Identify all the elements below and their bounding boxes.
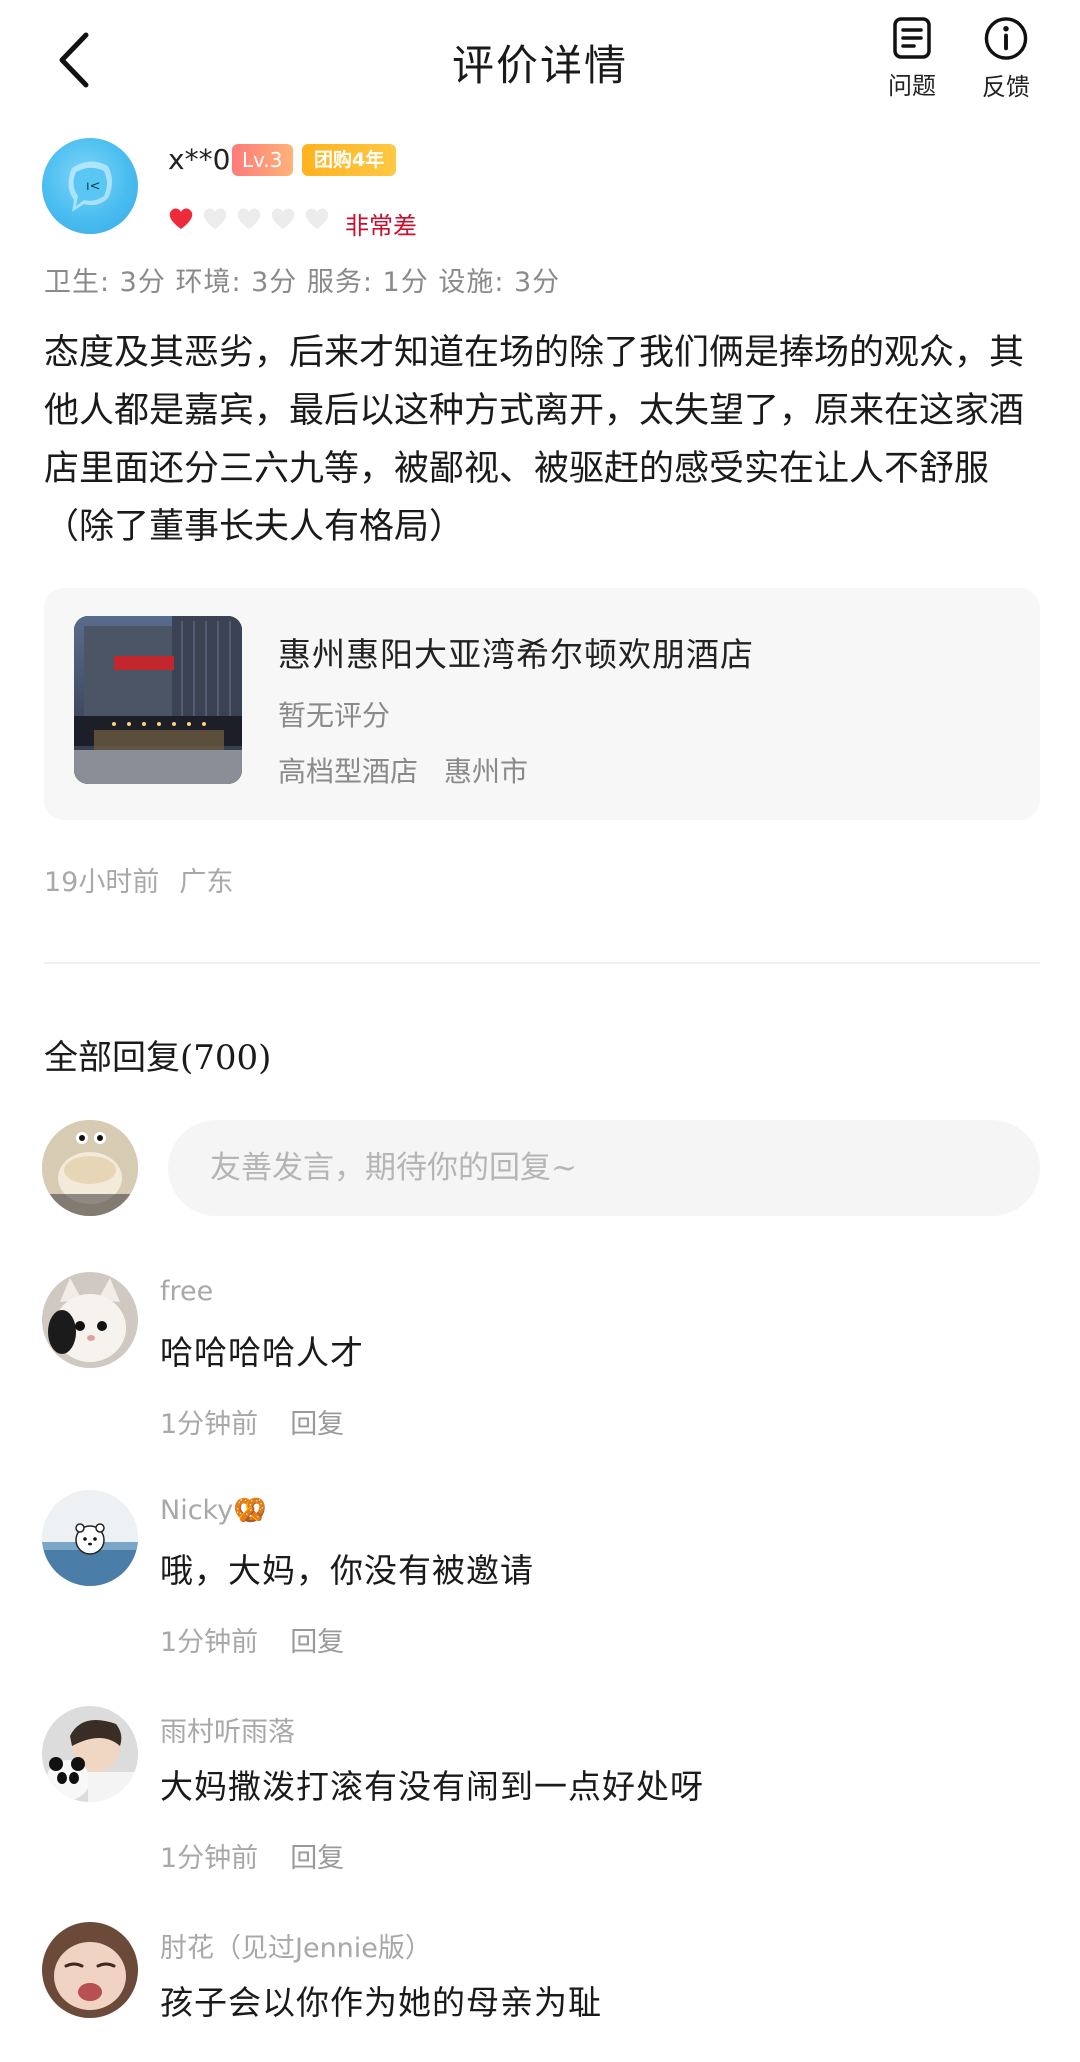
cat-avatar-image — [42, 1272, 138, 1368]
commenter-name[interactable]: free — [160, 1276, 213, 1307]
post-meta: 19小时前 广东 — [44, 860, 233, 899]
my-avatar[interactable] — [42, 1120, 138, 1216]
reply-input[interactable] — [168, 1120, 1040, 1216]
reply-button[interactable]: 回复 — [290, 1843, 344, 1874]
commenter-avatar[interactable] — [42, 1490, 138, 1586]
top-bar: 评价详情 问题 反馈 — [0, 0, 1080, 120]
hotel-meta: 高档型酒店 惠州市 — [278, 750, 528, 790]
rating-hearts — [166, 203, 332, 233]
membership-years-badge: 团购4年 — [302, 144, 397, 176]
comment-text: 哈哈哈哈人才 — [160, 1333, 364, 1372]
review-body: 态度及其恶劣，后来才知道在场的除了我们俩是捧场的观众，其他人都是嘉宾，最后以这种… — [44, 333, 1025, 547]
rating-label: 非常差 — [345, 212, 417, 240]
comment-text: 哦，大妈，你没有被邀请 — [160, 1551, 534, 1590]
question-button[interactable]: 问题 — [872, 16, 952, 102]
commenter-avatar[interactable] — [42, 1706, 138, 1802]
comment-meta: 1分钟前 回复 — [160, 1836, 344, 1875]
comment-time: 1分钟前 — [160, 1627, 259, 1658]
hotel-building-image — [74, 616, 242, 784]
level-badge: Lv.3 — [232, 144, 293, 176]
commenter-name[interactable]: Nicky🥨 — [160, 1494, 267, 1526]
subscores: 卫生: 3分 环境: 3分 服务: 1分 设施: 3分 — [44, 267, 561, 298]
comment-item: 雨村听雨落 大妈撒泼打滚有没有闹到一点好处呀 1分钟前 回复 — [0, 1706, 1080, 1916]
divider — [44, 962, 1040, 964]
crying-baby-avatar-image — [42, 1922, 138, 2018]
reply-button[interactable]: 回复 — [290, 1627, 344, 1658]
document-icon — [893, 17, 931, 59]
reviewer-avatar[interactable]: ı< — [42, 138, 138, 234]
heart-empty-icon — [203, 208, 227, 229]
comment-item: free 哈哈哈哈人才 1分钟前 回复 — [0, 1272, 1080, 1482]
heart-empty-icon — [271, 208, 295, 229]
chat-bubble-mascot-icon: ı< — [68, 161, 112, 212]
user-avatar-image — [42, 1120, 138, 1216]
reviewer-username[interactable]: x**0 — [168, 143, 230, 176]
hotel-category: 高档型酒店 — [278, 755, 419, 788]
comment-meta: 1分钟前 回复 — [160, 1620, 344, 1659]
comment-item: Nicky🥨 哦，大妈，你没有被邀请 1分钟前 回复 — [0, 1490, 1080, 1700]
heart-filled-icon — [169, 208, 193, 229]
question-label: 问题 — [888, 72, 936, 100]
comment-text: 孩子会以你作为她的母亲为耻 — [160, 1983, 602, 2022]
hotel-photo — [74, 616, 242, 784]
commenter-name[interactable]: 肘花（见过Jennie版） — [160, 1926, 432, 1965]
comment-meta: 1分钟前 回复 — [160, 1402, 344, 1441]
reply-button[interactable]: 回复 — [290, 1409, 344, 1440]
feedback-label: 反馈 — [982, 73, 1030, 101]
post-location: 广东 — [179, 867, 234, 898]
heart-empty-icon — [305, 208, 329, 229]
hotel-card[interactable]: 惠州惠阳大亚湾希尔顿欢朋酒店 暂无评分 高档型酒店 惠州市 — [44, 588, 1040, 820]
post-time: 19小时前 — [44, 867, 160, 898]
commenter-name[interactable]: 雨村听雨落 — [160, 1710, 295, 1749]
commenter-avatar[interactable] — [42, 1922, 138, 2018]
commenter-avatar[interactable] — [42, 1272, 138, 1368]
comment-time: 1分钟前 — [160, 1843, 259, 1874]
feedback-button[interactable]: 反馈 — [966, 16, 1046, 102]
bear-in-sea-avatar-image — [42, 1490, 138, 1586]
hotel-name: 惠州惠阳大亚湾希尔顿欢朋酒店 — [278, 635, 754, 674]
replies-title: 全部回复(700) — [44, 1038, 272, 1078]
person-with-panda-avatar-image — [42, 1706, 138, 1802]
heart-empty-icon — [237, 208, 261, 229]
hotel-score: 暂无评分 — [278, 699, 391, 732]
comment-time: 1分钟前 — [160, 1409, 259, 1440]
comment-item: 肘花（见过Jennie版） 孩子会以你作为她的母亲为耻 — [0, 1922, 1080, 2062]
hotel-city: 惠州市 — [444, 755, 529, 788]
comment-text: 大妈撒泼打滚有没有闹到一点好处呀 — [160, 1767, 704, 1806]
info-circle-icon — [984, 17, 1028, 60]
svg-text:ı<: ı< — [86, 179, 101, 194]
